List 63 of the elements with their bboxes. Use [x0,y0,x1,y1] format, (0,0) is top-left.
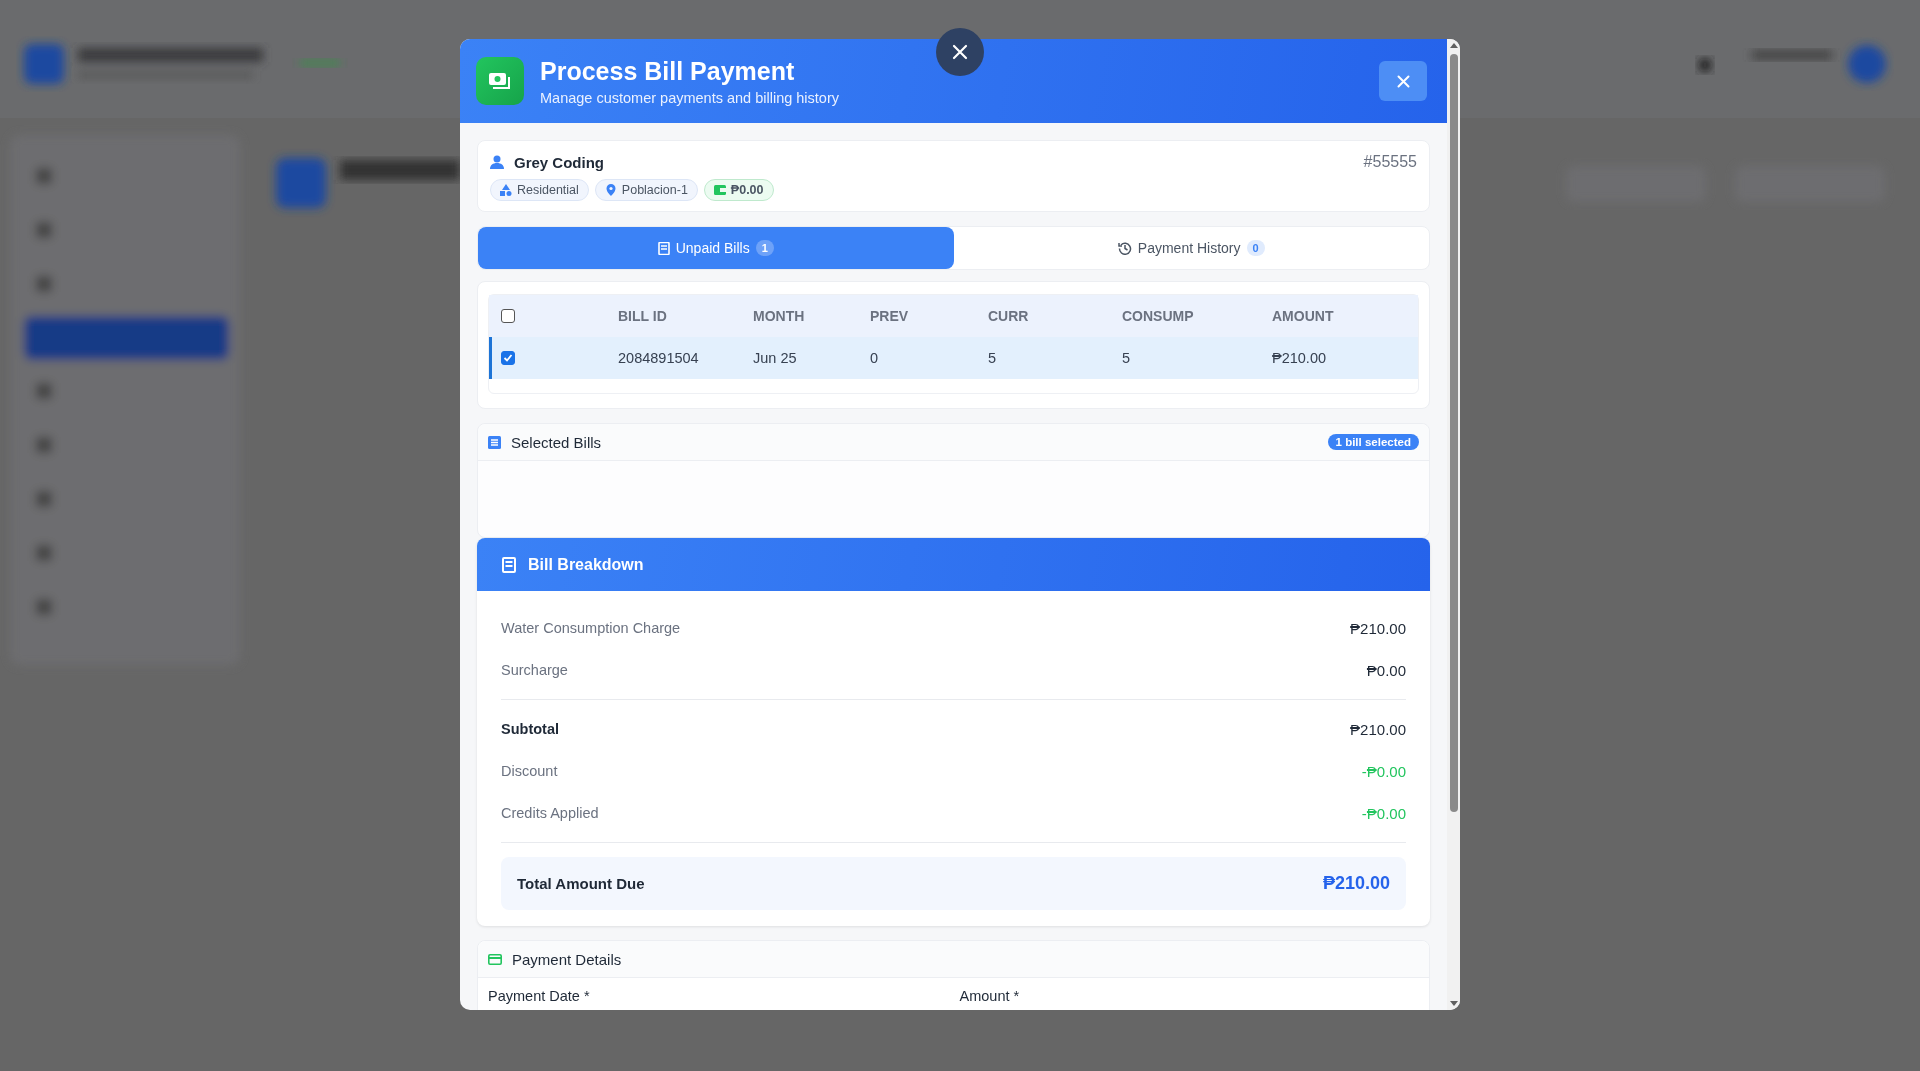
receipt-icon [657,241,670,255]
column-header: CONSUMP [1122,295,1272,337]
count-badge: 0 [1246,240,1265,256]
balance-tag: ₱0.00 [703,179,774,201]
line-amount: ₱0.00 [1366,661,1406,679]
receipt-icon [502,556,516,573]
total-label: Total Amount Due [517,875,645,892]
table-cell: 5 [1122,337,1272,379]
type-tag: Residential [490,179,589,201]
selection-badge: 1 bill selected [1327,434,1419,450]
column-header: PREV [870,295,988,337]
credit-card-icon [488,953,502,965]
count-badge: 1 [755,240,774,256]
user-icon [490,155,504,169]
blurred-logo [24,44,64,84]
line-label: Water Consumption Charge [501,620,681,636]
list-icon [488,435,501,449]
location-pin-icon [604,184,617,196]
checkbox[interactable] [501,309,515,323]
line-amount: ₱210.00 [1350,619,1406,637]
table-cell: 2084891504 [618,337,753,379]
field-label: Payment Date * [488,988,591,1004]
location-tag: Poblacion-1 [594,179,698,201]
wallet-icon [713,184,726,196]
line-amount: -₱0.00 [1361,804,1406,822]
table-cell: 5 [988,337,1122,379]
blurred-avatar [1848,45,1886,83]
column-header: AMOUNT [1272,295,1418,337]
field-label: Amount * [959,988,1021,1004]
line-label: Surcharge [501,662,568,678]
table-cell: ₱210.00 [1272,337,1418,379]
section-title: Selected Bills [511,433,603,451]
modal-title: Process Bill Payment [540,56,796,86]
total-amount: ₱210.00 [1322,873,1390,894]
shapes-icon [500,184,512,196]
blurred-page-icon [276,158,326,208]
customer-name: Grey Coding [514,153,605,171]
account-number: #55555 [1363,153,1417,171]
cash-icon [476,57,524,105]
down-arrow-icon [1449,1001,1458,1006]
table-cell: 0 [870,337,988,379]
column-header: MONTH [753,295,870,337]
scrollbar-thumb[interactable] [1449,54,1458,812]
scrollbar[interactable] [1447,39,1460,1010]
column-header: CURR [988,295,1122,337]
section-title: Payment Details [512,950,623,968]
line-label: Discount [501,763,558,779]
table-cell: Jun 25 [753,337,870,379]
line-amount: ₱210.00 [1350,720,1406,738]
column-header: BILL ID [618,295,753,337]
blurred-bell [1698,58,1712,72]
history-icon [1117,241,1132,255]
line-amount: -₱0.00 [1361,762,1406,780]
close-icon [952,44,968,60]
close-icon [1396,74,1410,88]
tab[interactable]: Payment History 0 [953,227,1429,269]
checkbox[interactable] [501,351,515,365]
tab[interactable]: Unpaid Bills 1 [478,227,954,269]
modal-subtitle: Manage customer payments and billing history [540,89,840,106]
up-arrow-icon [1449,43,1458,48]
breakdown-title: Bill Breakdown [528,555,644,574]
line-label: Credits Applied [501,805,599,821]
line-label: Subtotal [501,721,559,737]
